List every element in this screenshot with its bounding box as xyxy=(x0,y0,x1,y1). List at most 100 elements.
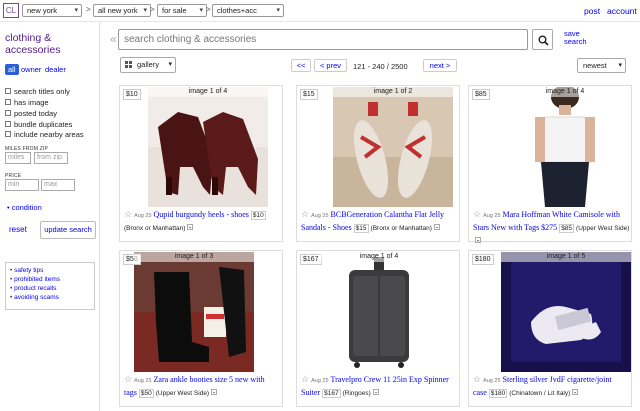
price-badge: $85 xyxy=(472,89,490,100)
listing-image[interactable]: image 1 of 4 xyxy=(319,252,439,372)
checkbox-box[interactable] xyxy=(5,88,11,94)
breadcrumb-category-select[interactable]: clothes+acc ▾ xyxy=(212,4,284,17)
checkbox-bundle-duplicates[interactable]: bundle duplicates xyxy=(5,120,72,130)
checkbox-include-nearby-areas[interactable]: include nearby areas xyxy=(5,130,84,140)
favorite-star-icon[interactable]: ☆ xyxy=(473,374,481,384)
listing-neighborhood: (Bronx or Manhattan) xyxy=(124,225,186,232)
listing-card[interactable]: $10 image 1 of 4 ☆ Aug 25 Qupid burgundy h… xyxy=(119,85,283,242)
collapse-sidebar-icon[interactable]: « xyxy=(110,32,117,46)
chevron-down-icon: ▾ xyxy=(276,7,280,14)
chevron-down-icon: ▾ xyxy=(74,7,78,14)
checkbox-has-image[interactable]: has image xyxy=(5,98,49,108)
listing-image[interactable]: image 1 of 5 xyxy=(501,252,631,372)
miles-input[interactable]: miles xyxy=(5,152,31,164)
search-icon xyxy=(538,35,549,46)
favorite-star-icon[interactable]: ☆ xyxy=(473,209,481,219)
hide-listing-icon[interactable] xyxy=(475,237,481,243)
checkbox-label: include nearby areas xyxy=(14,130,84,139)
cigarette-case-photo xyxy=(501,252,631,372)
post-link[interactable]: post xyxy=(584,6,600,16)
hide-listing-icon[interactable] xyxy=(187,224,194,230)
breadcrumb-category-label: clothes+acc xyxy=(217,6,257,15)
listing-card[interactable]: $50 image 1 of 3 ☆ Aug 25 Zara ankle booti… xyxy=(119,250,283,407)
sort-select[interactable]: newest ▾ xyxy=(577,58,626,73)
max-price-input[interactable]: max xyxy=(41,179,75,191)
listing-image[interactable]: image 1 of 4 xyxy=(148,87,268,207)
favorite-star-icon[interactable]: ☆ xyxy=(301,209,309,219)
craigslist-logo[interactable]: CL xyxy=(3,3,19,18)
chevron-down-icon: ▾ xyxy=(143,7,147,14)
listing-info: ☆ Aug 25 Zara ankle booties size 5 new wit… xyxy=(124,373,282,400)
checkbox-box[interactable] xyxy=(5,99,11,105)
filter-dealer[interactable]: dealer xyxy=(42,64,69,75)
filter-owner[interactable]: owner xyxy=(18,64,44,75)
listing-card[interactable]: $85 image 1 of 4 ☆ Aug 25 Mara Hoffman Whi… xyxy=(468,85,632,243)
product-recalls-link[interactable]: product recalls xyxy=(10,284,90,293)
listing-image[interactable]: image 1 of 2 xyxy=(333,87,453,207)
search-input[interactable]: search clothing & accessories xyxy=(118,29,528,50)
listing-card[interactable]: $180 image 1 of 5 ☆ Aug 25 Sterling silver… xyxy=(468,250,632,407)
favorite-star-icon[interactable]: ☆ xyxy=(301,374,309,384)
listing-image[interactable]: image 1 of 4 xyxy=(505,87,625,207)
safety-tips-link[interactable]: safety tips xyxy=(10,266,90,275)
listing-info: ☆ Aug 25 BCBGeneration Calantha Flat Jelly… xyxy=(301,208,459,235)
listing-date: Aug 25 xyxy=(311,213,329,219)
top-bar: CL new york ▾ > all new york ▾ > for sale ▾… xyxy=(0,0,640,22)
save-search-label-line2: search xyxy=(564,37,587,46)
listing-info: ☆ Aug 25 Sterling silver JvdF cigarette/jo… xyxy=(473,373,631,400)
image-counter: image 1 of 3 xyxy=(134,252,254,262)
sort-label: newest xyxy=(583,61,607,70)
avoiding-scams-link[interactable]: avoiding scams xyxy=(10,293,90,302)
hide-listing-icon[interactable] xyxy=(433,224,440,230)
image-counter: image 1 of 4 xyxy=(505,87,625,97)
first-page-button[interactable]: << xyxy=(291,59,311,72)
listing-date: Aug 25 xyxy=(311,378,329,384)
hide-listing-icon[interactable] xyxy=(572,389,579,395)
zip-input[interactable]: from zip xyxy=(34,152,68,164)
view-mode-label: gallery xyxy=(137,60,160,69)
hide-listing-icon[interactable] xyxy=(372,389,379,395)
breadcrumb-area-select[interactable]: new york ▾ xyxy=(22,4,82,17)
checkbox-box[interactable] xyxy=(5,131,11,137)
suitcase-photo xyxy=(319,252,439,372)
reset-link[interactable]: reset xyxy=(9,225,27,234)
listing-title-link[interactable]: Qupid burgundy heels - shoes xyxy=(154,210,249,219)
grid-icon xyxy=(125,61,133,69)
image-counter: image 1 of 4 xyxy=(319,252,439,262)
checkbox-box[interactable] xyxy=(5,110,11,116)
page-range: 121 - 240 / 2500 xyxy=(353,62,408,71)
condition-filter[interactable]: • condition xyxy=(7,203,42,212)
account-link[interactable]: account xyxy=(607,6,637,16)
filter-all[interactable]: all xyxy=(5,64,19,75)
checkbox-search-titles-only[interactable]: search titles only xyxy=(5,87,70,97)
checkbox-posted-today[interactable]: posted today xyxy=(5,109,57,119)
min-price-input[interactable]: min xyxy=(5,179,39,191)
listing-price: $85 xyxy=(559,224,575,233)
listing-price: $15 xyxy=(353,224,369,233)
save-search-link[interactable]: save search xyxy=(564,30,587,46)
listing-info: ☆ Aug 25 Mara Hoffman White Camisole with … xyxy=(473,208,631,247)
hide-listing-icon[interactable] xyxy=(211,389,218,395)
breadcrumb-subarea-select[interactable]: all new york ▾ xyxy=(93,4,151,17)
listing-date: Aug 25 xyxy=(483,378,501,384)
checkbox-box[interactable] xyxy=(5,121,11,127)
favorite-star-icon[interactable]: ☆ xyxy=(124,209,132,219)
help-links-box: safety tips prohibited items product rec… xyxy=(5,262,95,310)
listing-card[interactable]: $15 image 1 of 2 ☆ Aug 25 BCBGeneration Ca… xyxy=(296,85,460,242)
next-page-button[interactable]: next > xyxy=(423,59,457,72)
search-button[interactable] xyxy=(532,29,553,50)
listing-card[interactable]: $167 image 1 of 4 ☆ Aug 25 Travelpro Crew … xyxy=(296,250,460,407)
listing-neighborhood: (Upper West Side) xyxy=(576,225,630,232)
view-mode-select[interactable]: gallery ▾ xyxy=(120,57,176,73)
favorite-star-icon[interactable]: ☆ xyxy=(124,374,132,384)
breadcrumb-subarea-label: all new york xyxy=(98,6,138,15)
update-search-button[interactable]: update search xyxy=(40,221,96,239)
breadcrumb-section-label: for sale xyxy=(162,6,187,15)
listing-image[interactable]: image 1 of 3 xyxy=(134,252,254,372)
breadcrumb-separator: > xyxy=(86,5,91,14)
prohibited-items-link[interactable]: prohibited items xyxy=(10,275,90,284)
prev-page-button[interactable]: < prev xyxy=(314,59,347,72)
breadcrumb-section-select[interactable]: for sale ▾ xyxy=(157,4,207,17)
image-counter: image 1 of 5 xyxy=(501,252,631,262)
listing-neighborhood: (Chinatown / Lit Italy) xyxy=(509,390,571,397)
